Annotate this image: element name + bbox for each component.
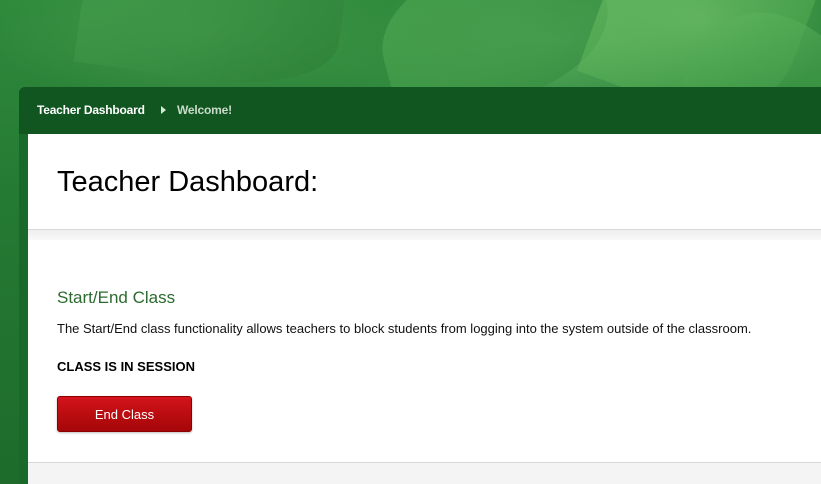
leaf-decoration (73, 0, 347, 98)
section-description: The Start/End class functionality allows… (57, 321, 752, 336)
panel-footer-gap (28, 463, 821, 484)
chevron-right-icon (161, 106, 166, 114)
panel-divider (28, 230, 821, 240)
end-class-button[interactable]: End Class (57, 396, 192, 432)
page-title: Teacher Dashboard: (57, 166, 319, 198)
section-title: Start/End Class (57, 288, 176, 307)
breadcrumb-current: Welcome! (177, 103, 232, 117)
breadcrumb-home-link[interactable]: Teacher Dashboard (37, 103, 145, 117)
class-status: CLASS IS IN SESSION (57, 359, 195, 374)
